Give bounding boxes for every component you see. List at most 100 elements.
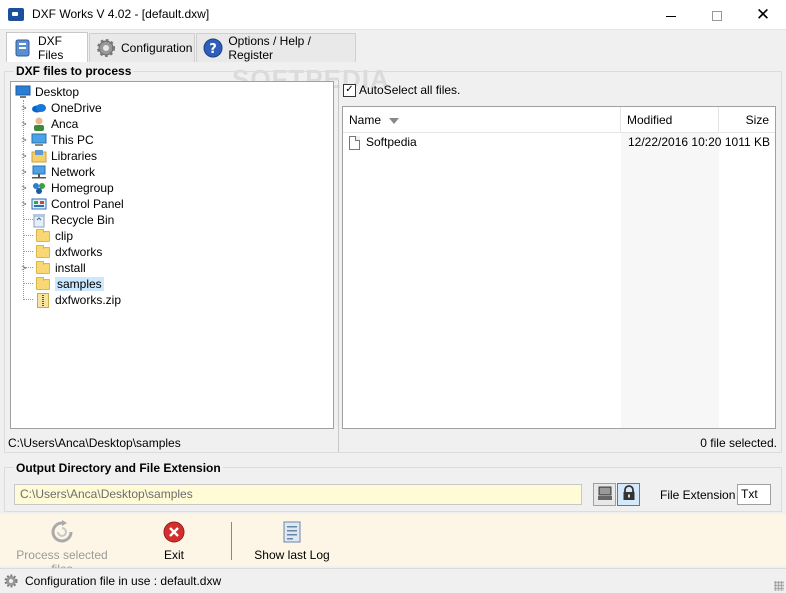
title-bar: DXF Works V 4.02 - [default.dxw] ✕ — [0, 0, 786, 30]
status-text: Configuration file in use : default.dxw — [25, 574, 222, 588]
column-header-modified[interactable]: Modified — [621, 107, 719, 133]
dxf-files-icon — [13, 37, 33, 59]
tree-item-homegroup[interactable]: > Homegroup — [19, 180, 114, 196]
current-path: C:\Users\Anca\Desktop\samples — [8, 436, 181, 450]
tree-item-recycle-bin[interactable]: Recycle Bin — [31, 212, 114, 228]
process-selected-files-button[interactable]: Process selected files — [4, 520, 120, 576]
gear-icon — [4, 574, 18, 588]
tree-item-dxfworks[interactable]: dxfworks — [35, 244, 102, 260]
computer-folder-icon — [597, 486, 613, 504]
file-list-header: Name Modified Size — [343, 107, 775, 133]
homegroup-icon — [31, 180, 47, 196]
expand-arrow-icon[interactable]: > — [19, 135, 29, 145]
tree-item-desktop[interactable]: Desktop — [15, 84, 79, 100]
refresh-icon — [50, 520, 74, 544]
tab-options-help-register[interactable]: ? Options / Help / Register — [196, 33, 356, 62]
folder-icon — [35, 260, 51, 276]
file-size-cell: 1011 KB — [724, 135, 770, 149]
tree-item-clip[interactable]: clip — [35, 228, 73, 244]
gear-icon — [96, 37, 116, 59]
minimize-button[interactable] — [648, 0, 694, 30]
tree-item-label: This PC — [51, 133, 94, 147]
folder-icon — [35, 276, 51, 292]
dxf-files-group-title: DXF files to process — [14, 64, 134, 78]
tab-bar: DXF Files Configuration ? Options / Help… — [0, 31, 786, 94]
lock-directory-button[interactable] — [617, 483, 640, 506]
network-icon — [31, 164, 47, 180]
sort-descending-icon — [389, 117, 400, 124]
expand-arrow-icon[interactable]: > — [19, 263, 29, 273]
file-list[interactable]: Name Modified Size Softpedia 12/22/2016 … — [342, 106, 776, 429]
tab-dxf-files-label: DXF Files — [38, 33, 64, 62]
tree-item-anca[interactable]: > Anca — [19, 116, 78, 132]
tree-item-label: samples — [55, 277, 104, 291]
tree-item-label: Control Panel — [51, 197, 124, 211]
minimize-icon — [666, 15, 676, 17]
tree-item-this-pc[interactable]: > This PC — [19, 132, 94, 148]
file-extension-input[interactable]: Txt — [737, 484, 771, 505]
tab-configuration[interactable]: Configuration — [89, 33, 195, 62]
tab-options-label: Options / Help / Register — [228, 34, 312, 62]
tree-item-label: clip — [55, 229, 74, 243]
expand-arrow-icon[interactable]: > — [19, 199, 29, 209]
action-toolbar: Process selected files Exit Show last Lo… — [0, 514, 786, 576]
exit-icon — [162, 520, 186, 544]
autoselect-checkbox[interactable]: ✓ AutoSelect all files. — [343, 83, 460, 97]
autoselect-label: AutoSelect all files. — [359, 83, 461, 97]
expand-arrow-icon[interactable]: > — [19, 183, 29, 193]
selected-count: 0 file selected. — [700, 436, 777, 450]
tree-item-label: Libraries — [51, 149, 98, 163]
toolbar-separator — [231, 522, 232, 560]
lock-icon — [622, 485, 636, 504]
zip-icon — [35, 292, 51, 308]
svg-text:?: ? — [209, 42, 217, 57]
file-modified-cell: 12/22/2016 10:20 — [628, 135, 722, 149]
tree-item-samples[interactable]: samples — [35, 276, 104, 292]
expand-arrow-icon[interactable]: > — [19, 119, 29, 129]
output-directory-input[interactable]: C:\Users\Anca\Desktop\samples — [14, 484, 582, 505]
show-last-log-button[interactable]: Show last Log — [252, 520, 332, 566]
computer-icon — [31, 132, 47, 148]
table-row[interactable]: Softpedia 12/22/2016 10:20 1011 KB — [343, 133, 775, 151]
desktop-icon — [15, 84, 31, 100]
close-button[interactable]: ✕ — [740, 0, 786, 30]
tree-item-label: Homegroup — [51, 181, 114, 195]
expand-arrow-icon[interactable]: > — [19, 167, 29, 177]
resize-grip-icon[interactable] — [774, 581, 784, 591]
window-title: DXF Works V 4.02 - [default.dxw] — [32, 7, 210, 21]
tree-item-onedrive[interactable]: > OneDrive — [19, 100, 102, 116]
maximize-button[interactable] — [694, 0, 740, 30]
tree-item-label: OneDrive — [51, 101, 102, 115]
file-name-cell: Softpedia — [349, 135, 417, 150]
tree-item-network[interactable]: > Network — [19, 164, 95, 180]
browse-directory-button[interactable] — [593, 483, 616, 506]
tree-item-libraries[interactable]: > Libraries — [19, 148, 97, 164]
maximize-icon — [712, 11, 722, 22]
tree-item-label: dxfworks — [55, 245, 103, 259]
checkbox-checked-icon: ✓ — [343, 83, 356, 97]
tab-dxf-files[interactable]: DXF Files — [6, 32, 88, 62]
tree-item-label: Anca — [51, 117, 79, 131]
tree-item-label: install — [55, 261, 86, 275]
tree-item-dxfworks-zip[interactable]: dxfworks.zip — [35, 292, 121, 308]
onedrive-icon — [31, 100, 47, 116]
exit-button[interactable]: Exit — [144, 520, 204, 566]
control-panel-icon — [31, 196, 47, 212]
column-header-size[interactable]: Size — [719, 107, 775, 133]
column-header-name[interactable]: Name — [343, 107, 621, 133]
help-icon: ? — [203, 37, 223, 59]
expand-arrow-icon[interactable]: > — [19, 103, 29, 113]
file-extension-label: File Extension : — [660, 488, 743, 502]
exit-label: Exit — [163, 548, 184, 562]
expand-arrow-icon[interactable]: > — [19, 151, 29, 161]
tree-item-control-panel[interactable]: > Control Panel — [19, 196, 124, 212]
show-last-log-label: Show last Log — [254, 548, 330, 562]
panel-splitter[interactable] — [338, 80, 339, 452]
tree-item-install[interactable]: > install — [19, 260, 86, 276]
output-group-title: Output Directory and File Extension — [14, 461, 223, 475]
tab-configuration-label: Configuration — [121, 41, 193, 55]
app-icon — [8, 8, 24, 21]
tree-item-label: Recycle Bin — [51, 213, 115, 227]
tree-item-label: dxfworks.zip — [55, 293, 122, 307]
folder-tree[interactable]: Desktop > OneDrive > Anca > This PC > Li… — [10, 81, 334, 429]
